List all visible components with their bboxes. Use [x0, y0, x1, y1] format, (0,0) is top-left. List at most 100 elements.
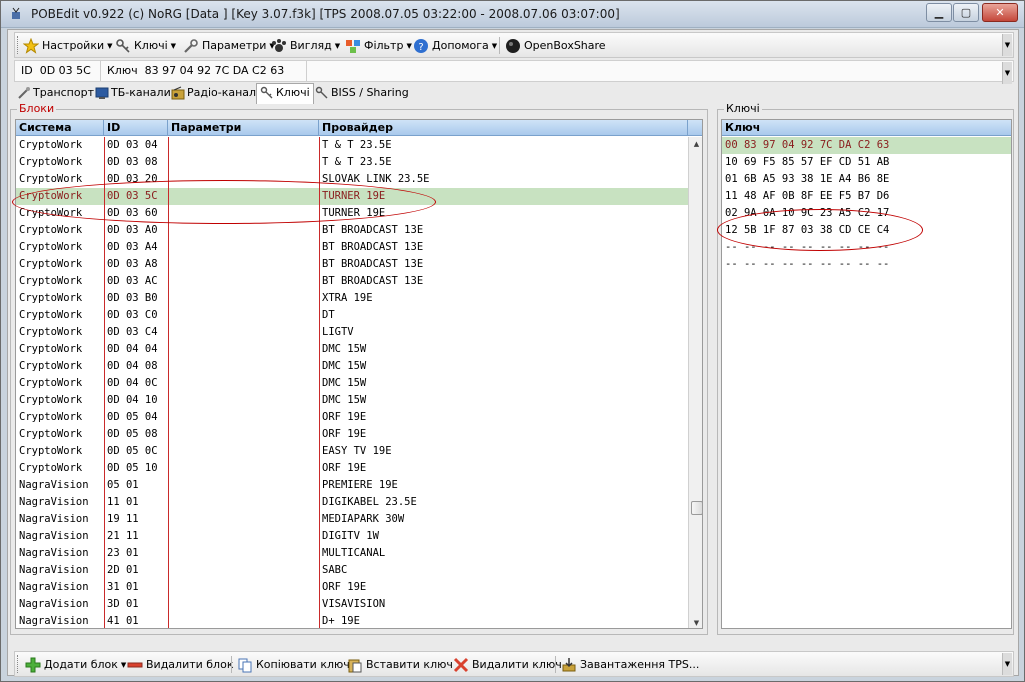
scroll-thumb[interactable]	[691, 501, 702, 515]
cell-id: 11 01	[107, 496, 139, 508]
minimize-button[interactable]: ▁	[926, 3, 952, 22]
app-icon	[12, 7, 20, 19]
key-row[interactable]: 11 48 AF 0B 8F EE F5 B7 D6	[722, 188, 1011, 205]
copy-key-button[interactable]: Копіювати ключ	[237, 655, 350, 674]
table-row[interactable]: CryptoWork 0D 03 A8 BT BROADCAST 13E	[16, 256, 702, 273]
table-row[interactable]: NagraVision 05 01 PREMIERE 19E	[16, 477, 702, 494]
tab-biss-sharing[interactable]: BISS / Sharing	[312, 84, 412, 103]
paste-key-button[interactable]: Вставити ключ	[347, 655, 453, 674]
scroll-down-icon[interactable]: ▼	[689, 616, 702, 628]
tab-tv-channels[interactable]: ТБ-канали	[92, 84, 174, 103]
cell-provider: PREMIERE 19E	[322, 479, 398, 491]
transport-icon	[18, 87, 30, 99]
title-bar: POBEdit v0.922 (c) NoRG [Data ] [Key 3.0…	[1, 1, 1024, 28]
col-key[interactable]: Ключ	[722, 120, 1011, 136]
add-block-button[interactable]: Додати блок ▼	[25, 655, 126, 674]
table-row[interactable]: CryptoWork 0D 03 C0 DT	[16, 307, 702, 324]
table-row[interactable]: CryptoWork 0D 03 AC BT BROADCAST 13E	[16, 273, 702, 290]
toolbar-grip[interactable]	[17, 36, 20, 54]
toolbar-overflow-button[interactable]: ▼	[1002, 34, 1012, 56]
key-row[interactable]: -- -- -- -- -- -- -- -- --	[722, 256, 1011, 273]
cell-provider: ORF 19E	[322, 581, 367, 593]
menu-keys[interactable]: Ключі ▼	[115, 36, 176, 55]
scroll-up-icon[interactable]: ▲	[689, 137, 702, 151]
delete-block-button[interactable]: Видалити блок	[127, 655, 233, 674]
col-provider[interactable]: Провайдер	[319, 120, 688, 136]
table-row[interactable]: CryptoWork 0D 03 04 T & T 23.5E	[16, 137, 702, 154]
menu-filter[interactable]: Фільтр ▼	[345, 36, 412, 55]
tab-radio-channels[interactable]: Радіо-канали	[168, 84, 266, 103]
maximize-button[interactable]: ▢	[953, 3, 979, 22]
key-row[interactable]: -- -- -- -- -- -- -- -- --	[722, 239, 1011, 256]
load-tps-button[interactable]: Завантаження TPS...	[561, 655, 699, 674]
table-row[interactable]: CryptoWork 0D 03 C4 LIGTV	[16, 324, 702, 341]
bottom-toolbar-overflow-button[interactable]: ▼	[1002, 653, 1012, 675]
table-row[interactable]: CryptoWork 0D 03 A4 BT BROADCAST 13E	[16, 239, 702, 256]
table-row[interactable]: CryptoWork 0D 04 08 DMC 15W	[16, 358, 702, 375]
menu-settings-label: Настройки	[42, 39, 105, 52]
cell-parameters	[168, 324, 319, 341]
table-row[interactable]: CryptoWork 0D 05 10 ORF 19E	[16, 460, 702, 477]
cell-provider: BT BROADCAST 13E	[322, 224, 424, 236]
table-row[interactable]: NagraVision 11 01 DIGIKABEL 23.5E	[16, 494, 702, 511]
key-row[interactable]: 10 69 F5 85 57 EF CD 51 AB	[722, 154, 1011, 171]
table-row[interactable]: CryptoWork 0D 05 04 ORF 19E	[16, 409, 702, 426]
cell-system: CryptoWork	[19, 411, 83, 423]
keys-grid[interactable]: Ключ 00 83 97 04 92 7C DA C2 63 10 69 F5 …	[721, 119, 1012, 629]
table-row[interactable]: CryptoWork 0D 03 60 TURNER 19E	[16, 205, 702, 222]
blocks-scrollbar[interactable]: ▲ ▼	[688, 137, 702, 628]
table-row[interactable]: NagraVision 21 11 DIGITV 1W	[16, 528, 702, 545]
cell-provider: T & T 23.5E	[322, 139, 392, 151]
blocks-grid[interactable]: Система ID Параметри Провайдер CryptoWor…	[15, 119, 703, 629]
table-row[interactable]: CryptoWork 0D 03 5C TURNER 19E	[16, 188, 702, 205]
menu-settings[interactable]: Настройки ▼	[23, 36, 113, 55]
col-parameters[interactable]: Параметри	[168, 120, 319, 136]
cell-system: CryptoWork	[19, 207, 83, 219]
cell-id: 0D 05 10	[107, 462, 158, 474]
remove-icon	[127, 662, 143, 668]
tab-biss-label: BISS / Sharing	[331, 86, 409, 99]
table-row[interactable]: CryptoWork 0D 04 10 DMC 15W	[16, 392, 702, 409]
key-row[interactable]: 01 6B A5 93 38 1E A4 B6 8E	[722, 171, 1011, 188]
table-row[interactable]: CryptoWork 0D 03 A0 BT BROADCAST 13E	[16, 222, 702, 239]
cell-provider: D+ 19E	[322, 615, 360, 627]
table-row[interactable]: CryptoWork 0D 04 0C DMC 15W	[16, 375, 702, 392]
table-row[interactable]: CryptoWork 0D 03 20 SLOVAK LINK 23.5E	[16, 171, 702, 188]
key-row[interactable]: 00 83 97 04 92 7C DA C2 63	[722, 137, 1011, 154]
cell-key: 11 48 AF 0B 8F EE F5 B7 D6	[725, 190, 890, 202]
table-row[interactable]: NagraVision 41 01 D+ 19E	[16, 613, 702, 628]
tab-keys[interactable]: Ключі	[256, 83, 314, 104]
table-row[interactable]: CryptoWork 0D 03 B0 XTRA 19E	[16, 290, 702, 307]
delete-key-button[interactable]: Видалити ключ	[453, 655, 562, 674]
chevron-down-icon: ▼	[107, 41, 113, 50]
table-row[interactable]: CryptoWork 0D 05 0C EASY TV 19E	[16, 443, 702, 460]
cell-key: 10 69 F5 85 57 EF CD 51 AB	[725, 156, 890, 168]
menu-parameters[interactable]: Параметри ▼	[183, 36, 275, 55]
cell-parameters	[168, 528, 319, 545]
cell-provider: BT BROADCAST 13E	[322, 258, 424, 270]
menu-view[interactable]: Вигляд ▼	[271, 36, 340, 55]
key-row[interactable]: 02 9A 0A 10 9C 23 A5 C2 17	[722, 205, 1011, 222]
col-system[interactable]: Система	[16, 120, 104, 136]
table-row[interactable]: NagraVision 23 01 MULTICANAL	[16, 545, 702, 562]
table-row[interactable]: NagraVision 31 01 ORF 19E	[16, 579, 702, 596]
table-row[interactable]: CryptoWork 0D 03 08 T & T 23.5E	[16, 154, 702, 171]
cell-system: CryptoWork	[19, 394, 83, 406]
col-id[interactable]: ID	[104, 120, 168, 136]
menu-help-label: Допомога	[432, 39, 489, 52]
key-row[interactable]: 12 5B 1F 87 03 38 CD CE C4	[722, 222, 1011, 239]
table-row[interactable]: CryptoWork 0D 04 04 DMC 15W	[16, 341, 702, 358]
openboxshare-button[interactable]: OpenBoxShare	[505, 36, 606, 55]
table-row[interactable]: NagraVision 2D 01 SABC	[16, 562, 702, 579]
cell-parameters	[168, 392, 319, 409]
menu-help[interactable]: ? Допомога ▼	[413, 36, 497, 55]
table-row[interactable]: NagraVision 3D 01 VISAVISION	[16, 596, 702, 613]
table-row[interactable]: CryptoWork 0D 05 08 ORF 19E	[16, 426, 702, 443]
share-icon	[315, 86, 328, 99]
cell-system: CryptoWork	[19, 139, 83, 151]
table-row[interactable]: NagraVision 19 11 MEDIAPARK 30W	[16, 511, 702, 528]
infobar-overflow-button[interactable]: ▼	[1002, 62, 1012, 84]
tab-transport[interactable]: Транспорт	[14, 84, 97, 103]
close-button[interactable]: ✕	[982, 3, 1018, 22]
toolbar-grip[interactable]	[17, 655, 20, 673]
